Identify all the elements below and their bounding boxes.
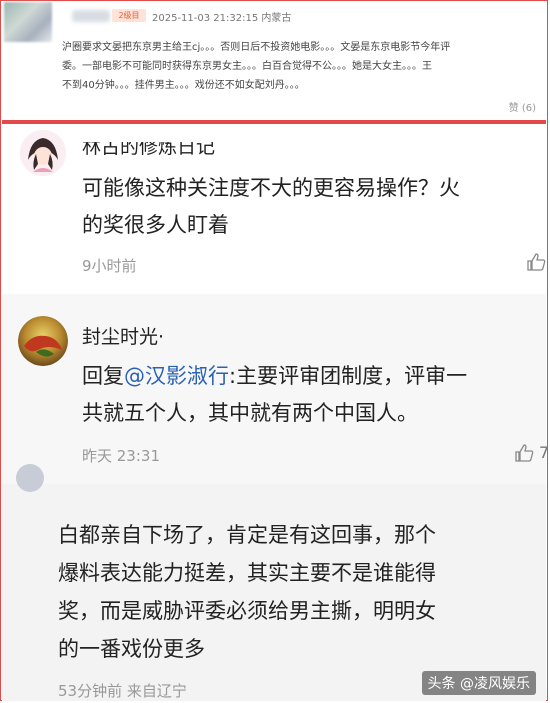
thumbs-up-icon[interactable] (514, 443, 534, 463)
comment-item: 白都亲自下场了，肯定是有这回事，那个 爆料表达能力挺差，其实主要不是谁能得 奖，… (2, 464, 546, 701)
comment-author[interactable]: 林古的修炼日记 (82, 142, 215, 159)
thumbs-up-icon[interactable] (526, 252, 546, 272)
avatar[interactable] (16, 464, 44, 492)
snippet-line: 委。一部电影不可能同时获得东京男女主。。。白百合觉得不公。。。她是大女主。。。王 (62, 61, 432, 72)
watermark: 头条 @凌风娱乐 (421, 671, 536, 695)
comment-item: 封尘时光· 回复@汉影淑行:主要评审团制度，评审一 共就五个人，其中就有两个中国… (2, 294, 550, 484)
snippet-text: 沪圈要求文晏把东京男主给王cj。。。否则日后不投资她电影。。。文晏是东京电影节今… (62, 38, 546, 95)
snippet-line: 沪圈要求文晏把东京男主给王cj。。。否则日后不投资她电影。。。文晏是东京电影节今… (62, 42, 451, 53)
blurred-username (72, 10, 110, 22)
like-count[interactable]: 赞 (6) (509, 99, 536, 114)
comment-text: 白都亲自下场了，肯定是有这回事，那个 爆料表达能力挺差，其实主要不是谁能得 奖，… (58, 523, 436, 661)
comment-text: 可能像这种关注度不大的更容易操作？火 的奖很多人盯着 (82, 176, 460, 237)
level-badge: 2级目 (112, 9, 146, 22)
comment-time: 9小时前 (82, 257, 137, 275)
comment-author[interactable]: 封尘时光· (82, 322, 164, 349)
comment-time: 53分钟前 来自辽宁 (58, 682, 187, 700)
avatar[interactable] (18, 316, 68, 366)
mention-link[interactable]: @汉影淑行 (124, 364, 229, 388)
snippet-meta: 2025-11-03 21:32:15 内蒙古 (152, 13, 292, 24)
comment-time: 昨天 23:31 (82, 447, 160, 465)
avatar[interactable] (20, 130, 66, 176)
blurred-avatar (4, 2, 52, 42)
like-count: 7 (539, 443, 550, 462)
quoted-comment-snippet: 2级目 2025-11-03 21:32:15 内蒙古 沪圈要求文晏把东京男主给… (2, 2, 546, 124)
comment-text: 回复@汉影淑行:主要评审团制度，评审一 共就五个人，其中就有两个中国人。 (82, 364, 468, 425)
comment-item: 林古的修炼日记 可能像这种关注度不大的更容易操作？火 的奖很多人盯着 9小时前 (2, 124, 546, 294)
snippet-line: 不到40分钟。。。挂件男主。。。戏份还不如女配刘丹。。。 (62, 80, 305, 91)
